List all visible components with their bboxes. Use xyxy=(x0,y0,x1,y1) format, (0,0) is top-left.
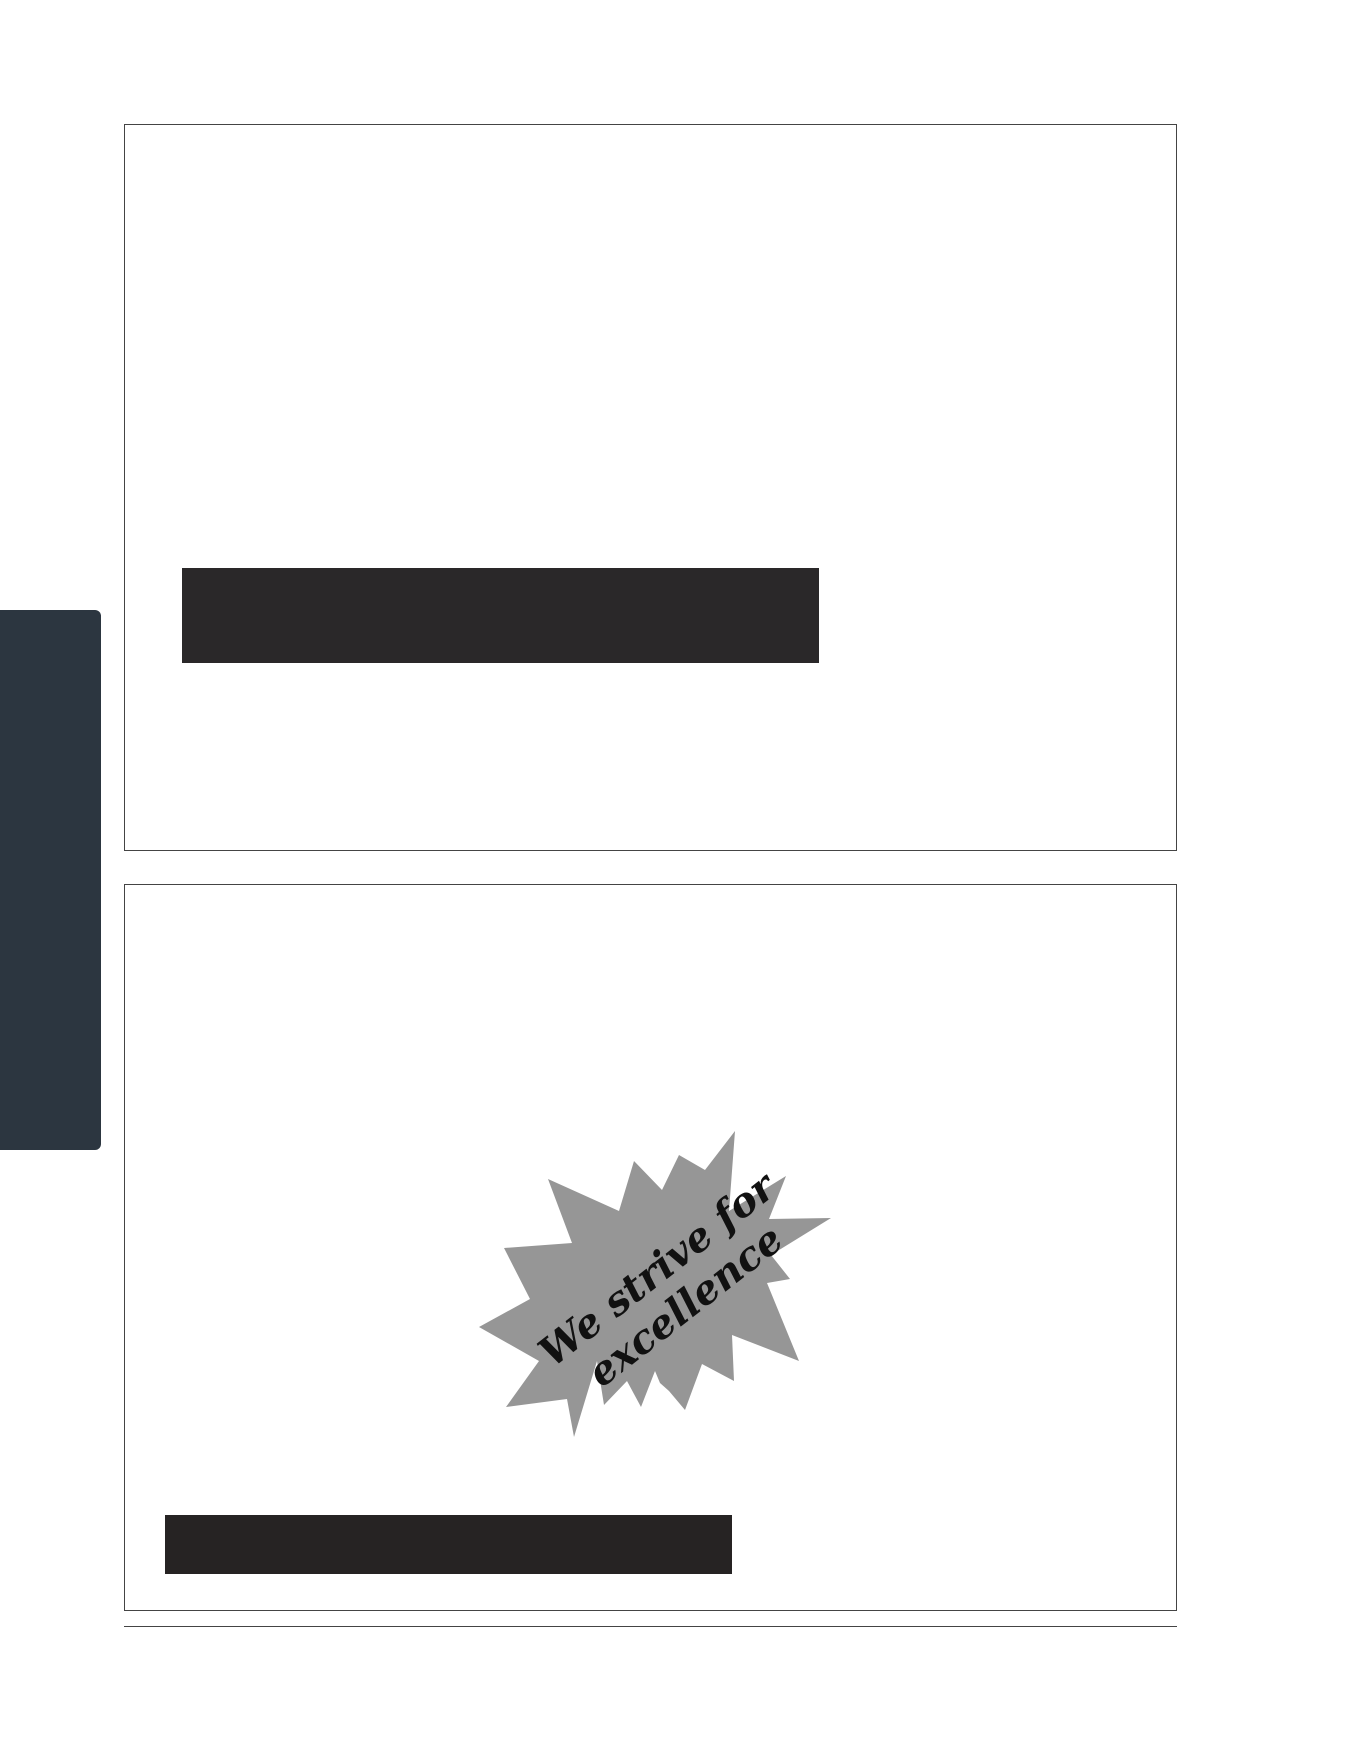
side-tab xyxy=(0,610,101,1150)
top-panel xyxy=(124,124,1177,851)
redaction-bar-top xyxy=(182,568,819,663)
footer-rule xyxy=(124,1626,1177,1627)
starburst-badge: We strive for excellence xyxy=(479,1131,859,1441)
redaction-bar-bottom xyxy=(165,1515,732,1574)
bottom-panel: We strive for excellence xyxy=(124,884,1177,1611)
